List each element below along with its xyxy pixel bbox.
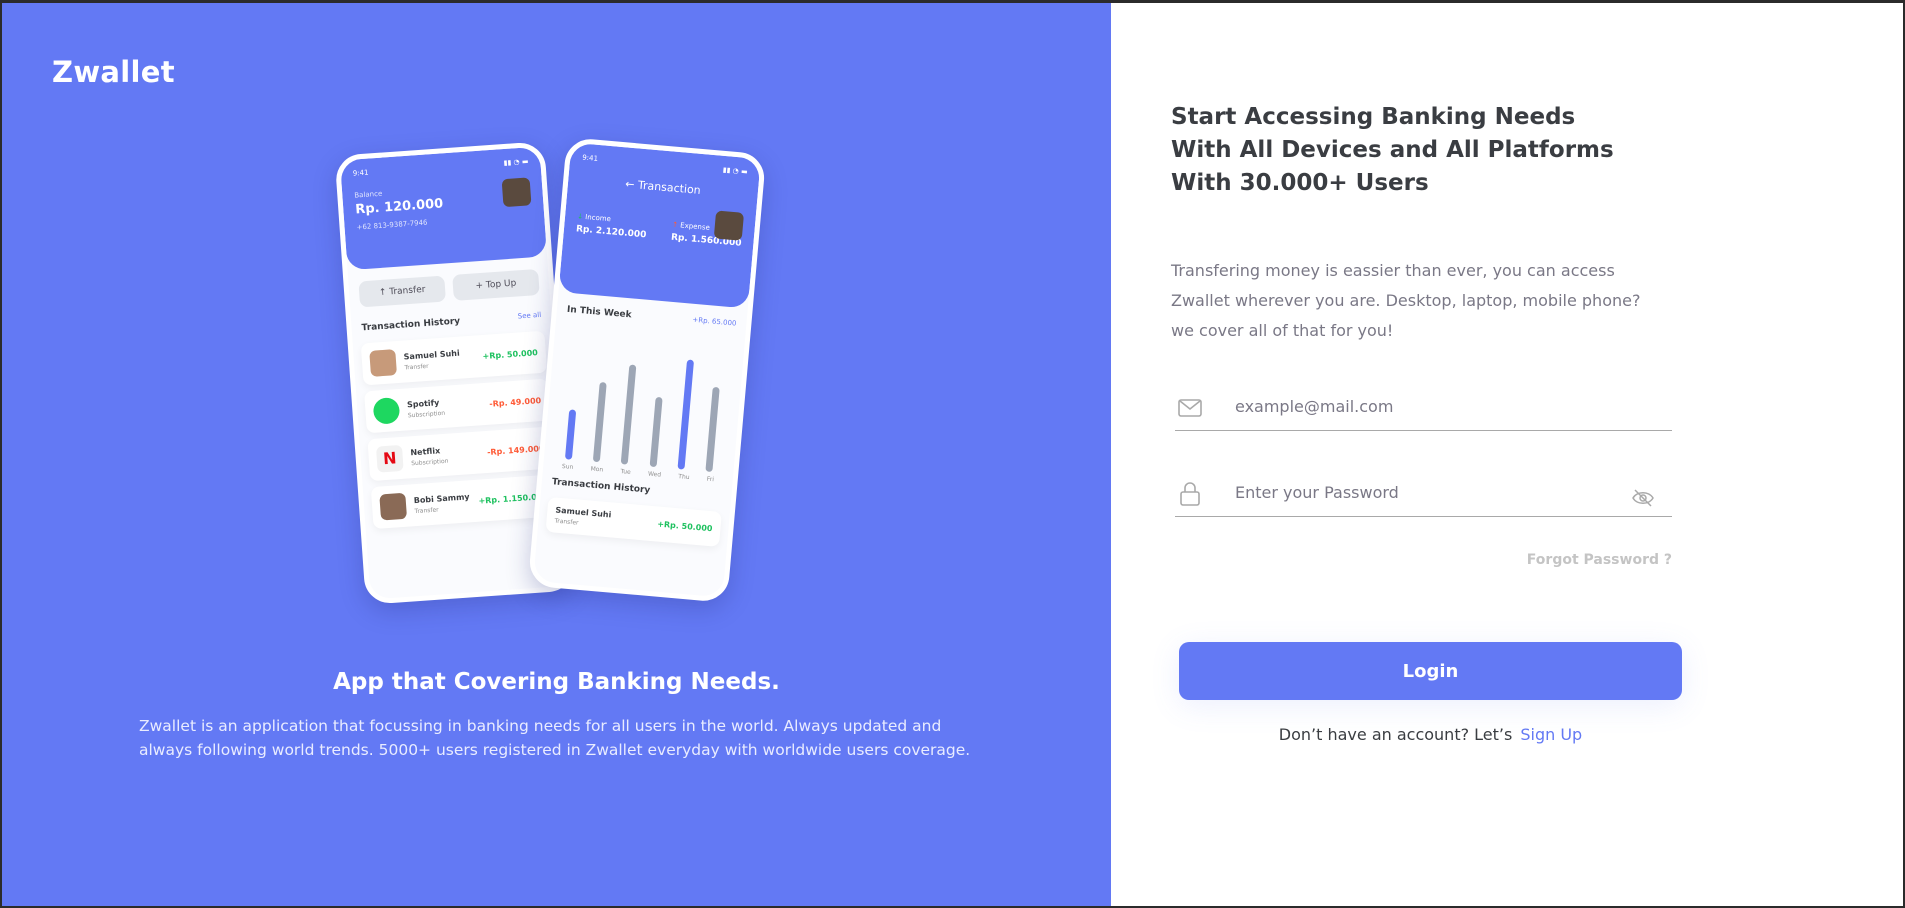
transaction-title: Transaction <box>637 178 702 197</box>
lock-icon <box>1180 482 1200 506</box>
hero-tagline: App that Covering Banking Needs. <box>333 669 780 695</box>
forgot-password-link[interactable]: Forgot Password ? <box>1511 552 1672 568</box>
chart-tooltip: +Rp. 65.000 <box>692 315 737 328</box>
signup-prompt: Don’t have an account? Let’s Sign Up <box>1179 725 1682 744</box>
plus-icon: + <box>475 280 487 292</box>
eye-off-icon[interactable] <box>1632 489 1654 507</box>
see-all-link: See all <box>517 310 542 321</box>
phone-mockup-transaction: 9:41 ▮▮ ◔ ▬ ← Transaction ↓ Income Rp. 2.1… <box>527 137 767 603</box>
brand-logo: Zwallet <box>52 55 175 89</box>
history-title: Transaction History <box>551 477 651 496</box>
mail-icon <box>1178 399 1202 417</box>
avatar <box>713 210 745 241</box>
phone-header: 9:41 ▮▮ ◔ ▬ Balance Rp. 120.000 +62 813-9… <box>339 146 548 271</box>
income-block: ↓ Income Rp. 2.120.000 <box>575 212 647 241</box>
list-item: Samuel Suhi Transfer +Rp. 50.000 <box>360 330 548 386</box>
week-title: In This Week <box>566 304 632 321</box>
avatar <box>369 349 398 377</box>
list-item: N Netflix Subscription -Rp. 149.000 <box>367 426 554 482</box>
list-item: Samuel Suhi Transfer +Rp. 50.000 <box>545 496 722 547</box>
promo-panel: Zwallet 9:41 ▮▮ ◔ ▬ Balance Rp. 120.000 +… <box>2 3 1111 906</box>
password-field <box>1175 477 1672 517</box>
email-input[interactable] <box>1235 397 1615 416</box>
status-time: 9:41 <box>352 168 369 178</box>
chart-bar <box>564 409 576 460</box>
history-title: Transaction History <box>361 316 461 334</box>
transfer-button-mock: ↑ Transfer <box>358 275 446 308</box>
login-panel: Start Accessing Banking Needs With All D… <box>1111 3 1903 906</box>
phone-header: 9:41 ▮▮ ◔ ▬ ← Transaction ↓ Income Rp. 2.1… <box>558 142 761 309</box>
app-frame: Zwallet 9:41 ▮▮ ◔ ▬ Balance Rp. 120.000 +… <box>2 3 1903 906</box>
chart-bar <box>705 386 721 473</box>
chart-bar <box>649 396 663 468</box>
spotify-icon <box>372 396 401 425</box>
email-field <box>1175 391 1672 431</box>
status-icons: ▮▮ ◔ ▬ <box>503 157 529 168</box>
status-icons: ▮▮ ◔ ▬ <box>722 165 748 177</box>
avatar <box>379 492 408 521</box>
list-item: Bobi Sammy Transfer +Rp. 1.150.000 <box>370 474 558 530</box>
hero-description: Zwallet is an application that focussing… <box>139 717 971 759</box>
password-input[interactable] <box>1235 483 1615 502</box>
list-item: Spotify Subscription -Rp. 49.000 <box>364 378 551 434</box>
login-heading: Start Accessing Banking Needs With All D… <box>1171 104 1614 196</box>
login-description: Transfering money is eassier than ever, … <box>1171 261 1641 340</box>
login-button[interactable]: Login <box>1179 642 1682 700</box>
chart-bar <box>677 359 695 470</box>
back-arrow-icon: ← <box>624 177 639 192</box>
signup-prompt-text: Don’t have an account? Let’s <box>1278 725 1513 744</box>
topup-button-mock: + Top Up <box>452 268 540 301</box>
weekly-chart <box>544 328 745 474</box>
chart-bar <box>621 364 637 465</box>
signup-link[interactable]: Sign Up <box>1520 725 1582 744</box>
netflix-icon: N <box>375 444 404 473</box>
chart-bar <box>592 381 607 463</box>
phone-mockups: 9:41 ▮▮ ◔ ▬ Balance Rp. 120.000 +62 813-9… <box>322 133 792 623</box>
